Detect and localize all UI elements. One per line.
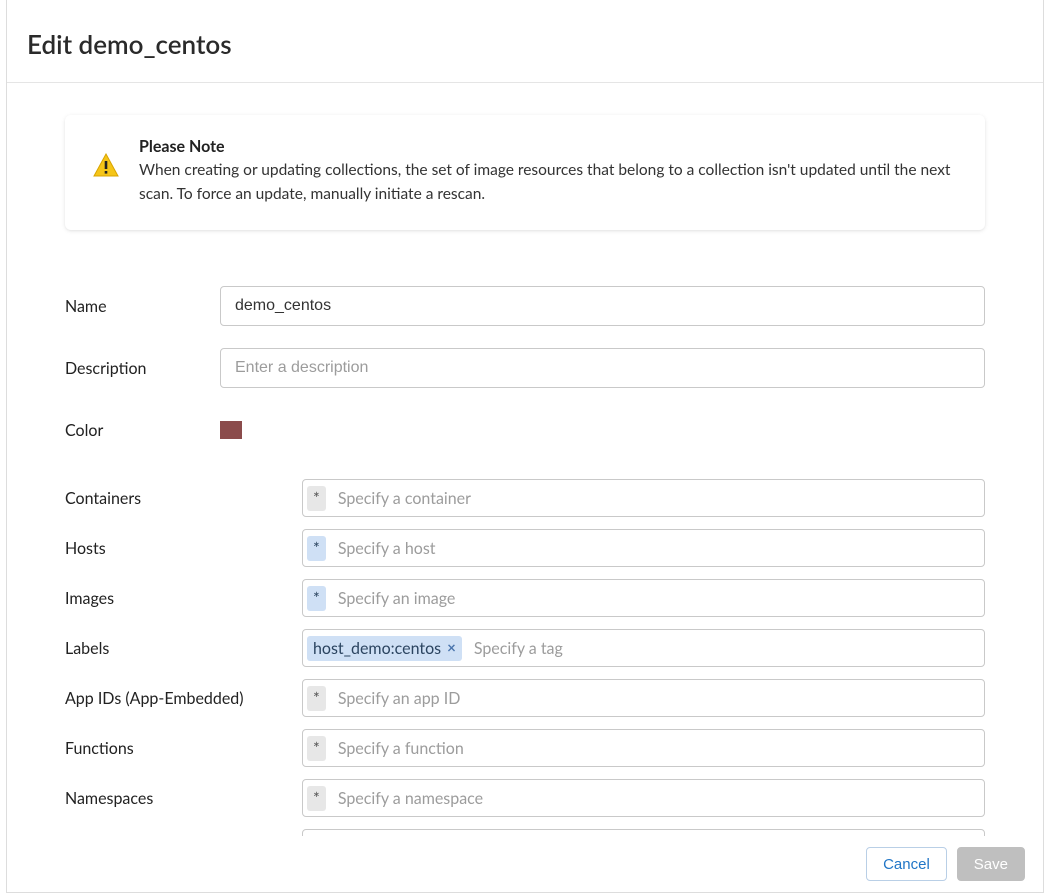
images-tag[interactable]: * [307, 586, 326, 611]
labels-placeholder: Specify a tag [470, 639, 563, 658]
dialog-header: Edit demo_centos [7, 0, 1043, 83]
tag-fields-group: Containers * Specify a container Hosts * Spec… [65, 478, 985, 840]
field-containers: Containers * Specify a container [65, 478, 985, 518]
field-labels: Labels host_demo:centos × Specify a tag [65, 628, 985, 668]
label-labels: Labels [65, 639, 302, 658]
dialog-body-scroll[interactable]: Please Note When creating or updating co… [7, 83, 1043, 840]
field-description: Description [65, 348, 985, 388]
images-placeholder: Specify an image [334, 589, 456, 608]
label-description: Description [65, 359, 220, 378]
hosts-placeholder: Specify a host [334, 539, 436, 558]
functions-input[interactable]: * Specify a function [302, 729, 985, 767]
containers-tag[interactable]: * [307, 486, 326, 511]
appids-input[interactable]: * Specify an app ID [302, 679, 985, 717]
label-name: Name [65, 297, 220, 316]
tag-text: * [313, 489, 320, 508]
field-functions: Functions * Specify a function [65, 728, 985, 768]
label-color: Color [65, 421, 220, 440]
tag-text: * [313, 589, 320, 608]
field-images: Images * Specify an image [65, 578, 985, 618]
alert-body: When creating or updating collections, t… [139, 158, 957, 206]
tag-text: * [313, 739, 320, 758]
dialog-footer: Cancel Save [7, 836, 1043, 892]
label-containers: Containers [65, 489, 302, 508]
warning-icon [93, 153, 119, 181]
cancel-button[interactable]: Cancel [866, 847, 947, 881]
label-images: Images [65, 589, 302, 608]
label-appids: App IDs (App-Embedded) [65, 689, 302, 708]
images-input[interactable]: * Specify an image [302, 579, 985, 617]
functions-tag[interactable]: * [307, 736, 326, 761]
hosts-input[interactable]: * Specify a host [302, 529, 985, 567]
appids-placeholder: Specify an app ID [334, 689, 461, 708]
field-hosts: Hosts * Specify a host [65, 528, 985, 568]
tag-text: * [313, 539, 320, 558]
tag-text: * [313, 789, 320, 808]
field-color: Color [65, 410, 985, 450]
label-functions: Functions [65, 739, 302, 758]
remove-tag-icon[interactable]: × [447, 639, 456, 657]
label-hosts: Hosts [65, 539, 302, 558]
containers-placeholder: Specify a container [334, 489, 471, 508]
field-namespaces: Namespaces * Specify a namespace [65, 778, 985, 818]
hosts-tag[interactable]: * [307, 536, 326, 561]
labels-input[interactable]: host_demo:centos × Specify a tag [302, 629, 985, 667]
page-title: Edit demo_centos [27, 28, 1031, 60]
appids-tag[interactable]: * [307, 686, 326, 711]
labels-tag[interactable]: host_demo:centos × [307, 636, 462, 661]
description-input[interactable] [220, 348, 985, 388]
namespaces-placeholder: Specify a namespace [334, 789, 483, 808]
tag-text: * [313, 689, 320, 708]
info-alert: Please Note When creating or updating co… [65, 115, 985, 230]
color-swatch[interactable] [220, 421, 242, 439]
alert-content: Please Note When creating or updating co… [139, 137, 957, 206]
functions-placeholder: Specify a function [334, 739, 464, 758]
label-namespaces: Namespaces [65, 789, 302, 808]
field-name: Name [65, 286, 985, 326]
field-appids: App IDs (App-Embedded) * Specify an app ID [65, 678, 985, 718]
containers-input[interactable]: * Specify a container [302, 479, 985, 517]
alert-title: Please Note [139, 137, 957, 156]
tag-text: host_demo:centos [313, 639, 441, 658]
namespaces-input[interactable]: * Specify a namespace [302, 779, 985, 817]
name-input[interactable] [220, 286, 985, 326]
dialog: Edit demo_centos Please Note When creati… [6, 0, 1044, 893]
namespaces-tag[interactable]: * [307, 786, 326, 811]
save-button[interactable]: Save [957, 847, 1025, 881]
